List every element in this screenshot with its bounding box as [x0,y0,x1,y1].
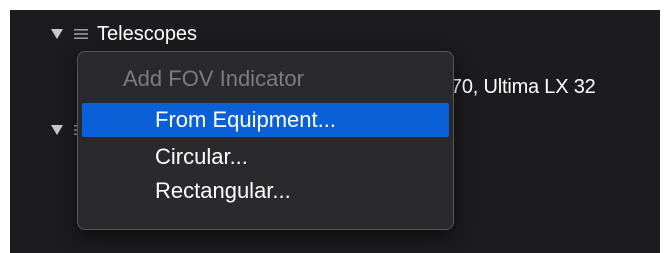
telescopes-label: Telescopes [97,22,198,45]
add-fov-context-menu: Add FOV Indicator From Equipment... Circ… [77,51,454,230]
menu-header: Add FOV Indicator [123,66,304,91]
menu-item-circular[interactable]: Circular... [82,140,449,174]
disclosure-triangle-down-icon[interactable] [48,25,66,43]
menu-item-from-equipment[interactable]: From Equipment... [82,103,449,137]
disclosure-triangle-down-icon[interactable] [48,121,66,139]
list-lines-icon [72,25,90,43]
outline-row-telescopes[interactable]: Telescopes [48,19,197,49]
equipment-summary-text: 170, Ultima LX 32 [440,76,596,98]
outline-panel: Telescopes 170, Ultima LX 32 Add FOV Ind… [10,10,660,253]
menu-item-rectangular[interactable]: Rectangular... [82,174,449,208]
